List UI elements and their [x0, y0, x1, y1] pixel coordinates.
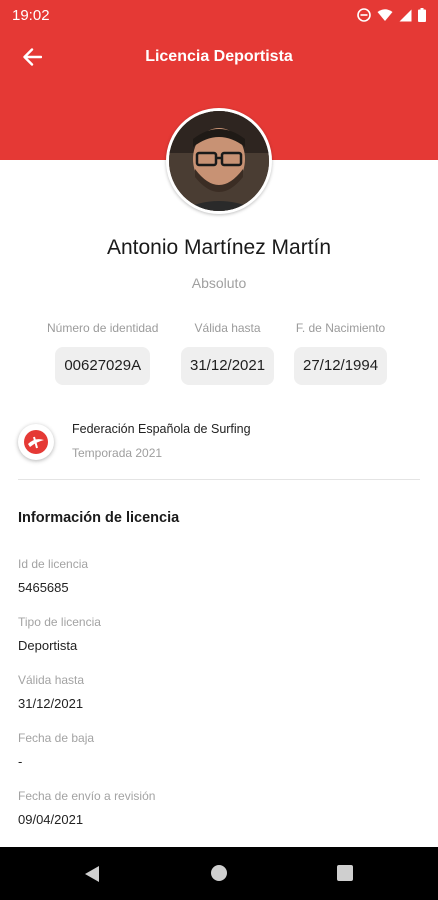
license-valid-value: 31/12/2021	[18, 696, 84, 711]
federation-season: Temporada 2021	[72, 446, 163, 460]
identity-number-value: 00627029A	[55, 347, 151, 385]
identity-number-label: Número de identidad	[47, 321, 159, 335]
termination-date-value: -	[18, 754, 23, 769]
review-date-value: 09/04/2021	[18, 812, 84, 827]
termination-date-label: Fecha de baja	[18, 731, 95, 745]
license-info-title: Información de licencia	[18, 510, 180, 526]
identity-number: Número de identidad 00627029A	[47, 321, 158, 385]
federation-name: Federación Española de Surfing	[72, 422, 251, 436]
valid-until-value: 31/12/2021	[181, 347, 275, 385]
avatar-photo	[169, 111, 269, 211]
review-date-field: Fecha de envío a revisión 09/04/2021	[18, 789, 155, 827]
nav-recents-icon[interactable]	[337, 865, 353, 881]
divider	[18, 479, 420, 480]
athlete-category: Absoluto	[191, 275, 247, 291]
birth-date-value: 27/12/1994	[294, 347, 388, 385]
page-title: Licencia Deportista	[145, 48, 293, 65]
federation-logo-icon	[18, 424, 54, 460]
federation-item: Federación Española de Surfing Temporada…	[18, 422, 418, 462]
license-valid-label: Válida hasta	[18, 673, 85, 687]
license-id-value: 5465685	[18, 580, 69, 595]
birth-date: F. de Nacimiento 27/12/1994	[294, 321, 388, 385]
license-id-field: Id de licencia 5465685	[18, 557, 88, 595]
birth-date-label: F. de Nacimiento	[295, 321, 386, 335]
nav-back-icon[interactable]	[84, 865, 100, 888]
wifi-icon	[377, 8, 393, 22]
termination-date-field: Fecha de baja -	[18, 731, 94, 769]
status-icons	[357, 8, 426, 22]
signal-icon	[399, 9, 412, 22]
license-type-label: Tipo de licencia	[18, 615, 101, 629]
valid-until: Válida hasta 31/12/2021	[181, 321, 275, 385]
review-date-label: Fecha de envío a revisión	[18, 789, 156, 803]
dnd-icon	[357, 8, 371, 22]
valid-until-label: Válida hasta	[194, 321, 261, 335]
status-bar: 19:02	[0, 0, 438, 30]
avatar	[166, 108, 272, 214]
license-type-value: Deportista	[18, 638, 78, 653]
nav-home-icon[interactable]	[211, 865, 227, 881]
status-time: 19:02	[12, 6, 50, 24]
battery-icon	[418, 8, 426, 22]
athlete-name: Antonio Martínez Martín	[106, 236, 332, 259]
license-valid-field: Válida hasta 31/12/2021	[18, 673, 84, 711]
system-nav-bar	[0, 847, 438, 900]
license-id-label: Id de licencia	[18, 557, 89, 571]
license-type-field: Tipo de licencia Deportista	[18, 615, 101, 653]
